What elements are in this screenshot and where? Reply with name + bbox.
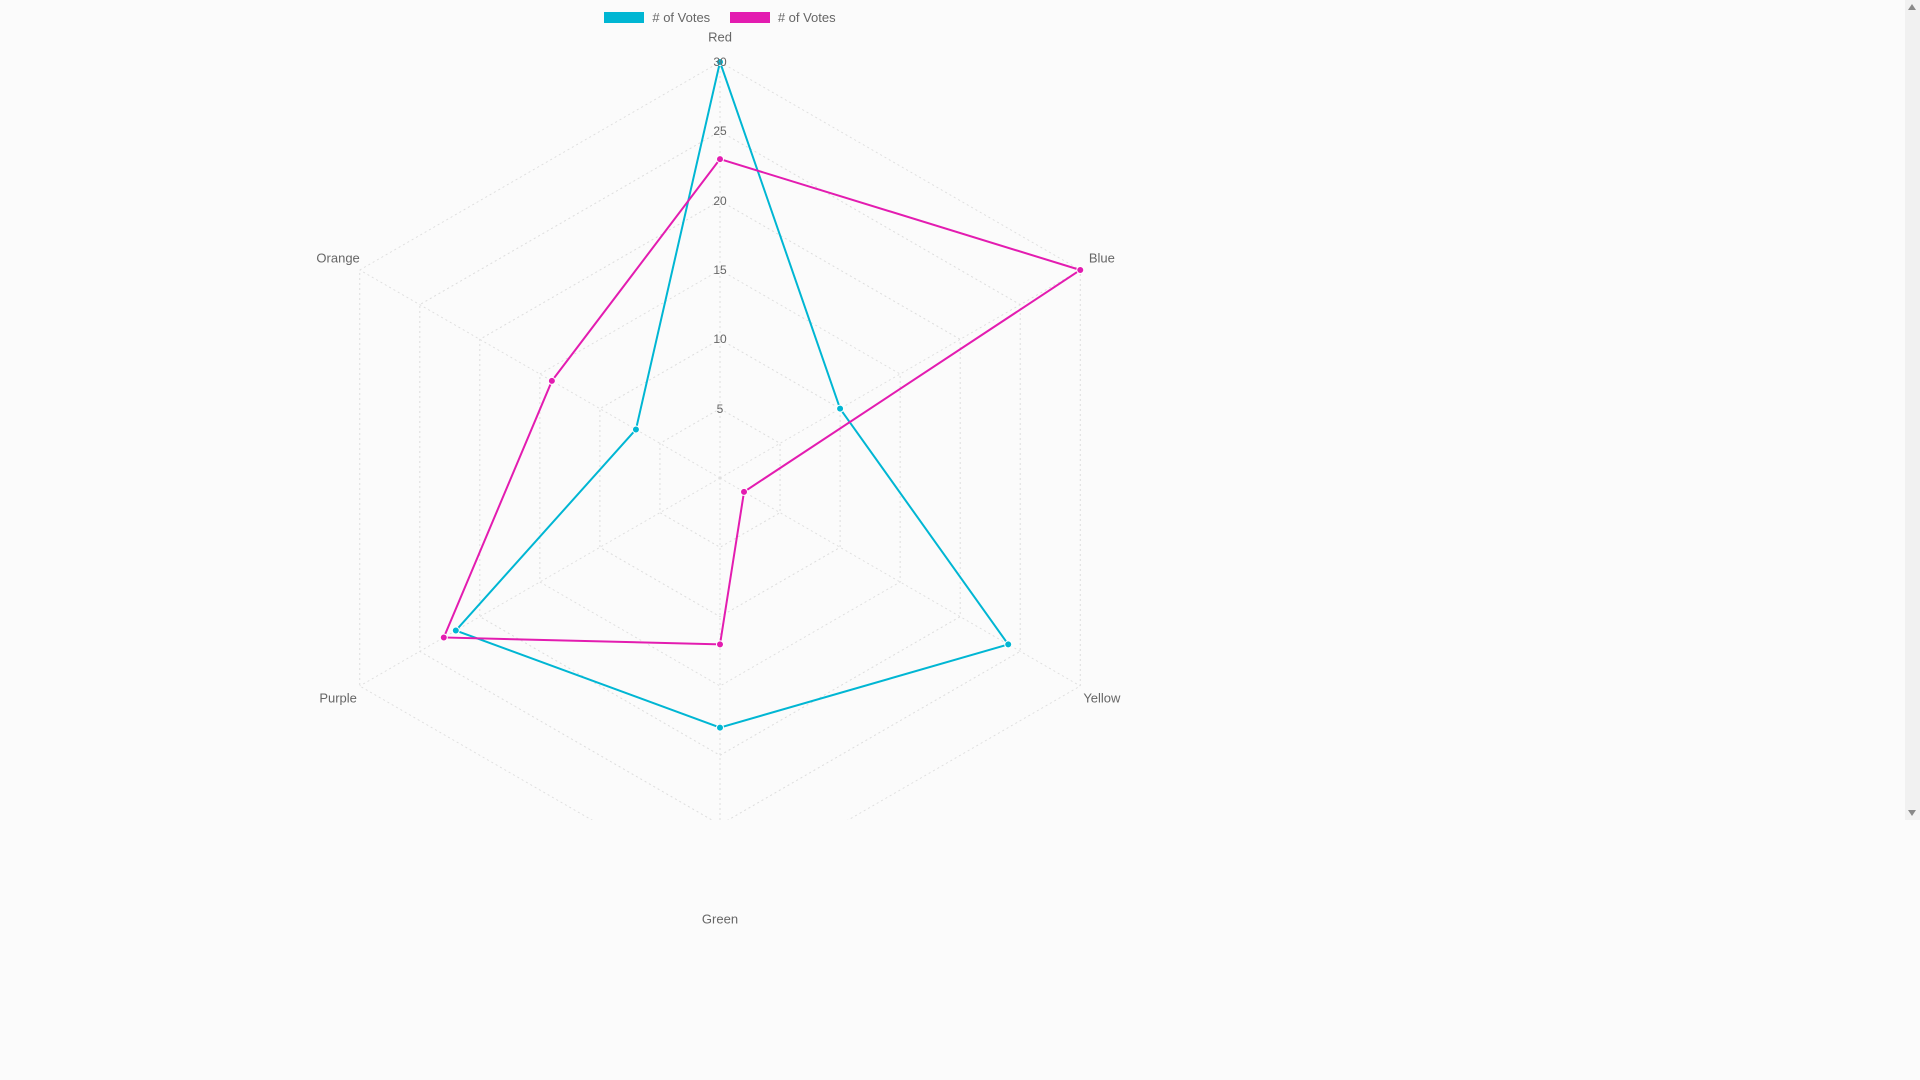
axis-label-yellow: Yellow — [1083, 691, 1120, 706]
tick-label: 20 — [713, 194, 726, 208]
axis-label-blue: Blue — [1089, 250, 1115, 265]
tick-label: 15 — [713, 263, 726, 277]
axis-label-green: Green — [702, 911, 738, 926]
scroll-up-icon[interactable] — [1908, 4, 1916, 10]
radar-chart: # of Votes # of Votes Red Blue Yellow Gr… — [0, 0, 1440, 820]
axis-label-red: Red — [708, 30, 732, 45]
tick-label: 10 — [713, 332, 726, 346]
tick-label: 5 — [717, 402, 724, 416]
axis-label-orange: Orange — [316, 250, 359, 265]
axis-label-purple: Purple — [319, 691, 357, 706]
vertical-scrollbar[interactable] — [1905, 0, 1920, 820]
tick-label: 30 — [713, 55, 726, 69]
scroll-down-icon[interactable] — [1908, 810, 1916, 816]
tick-label: 25 — [713, 124, 726, 138]
